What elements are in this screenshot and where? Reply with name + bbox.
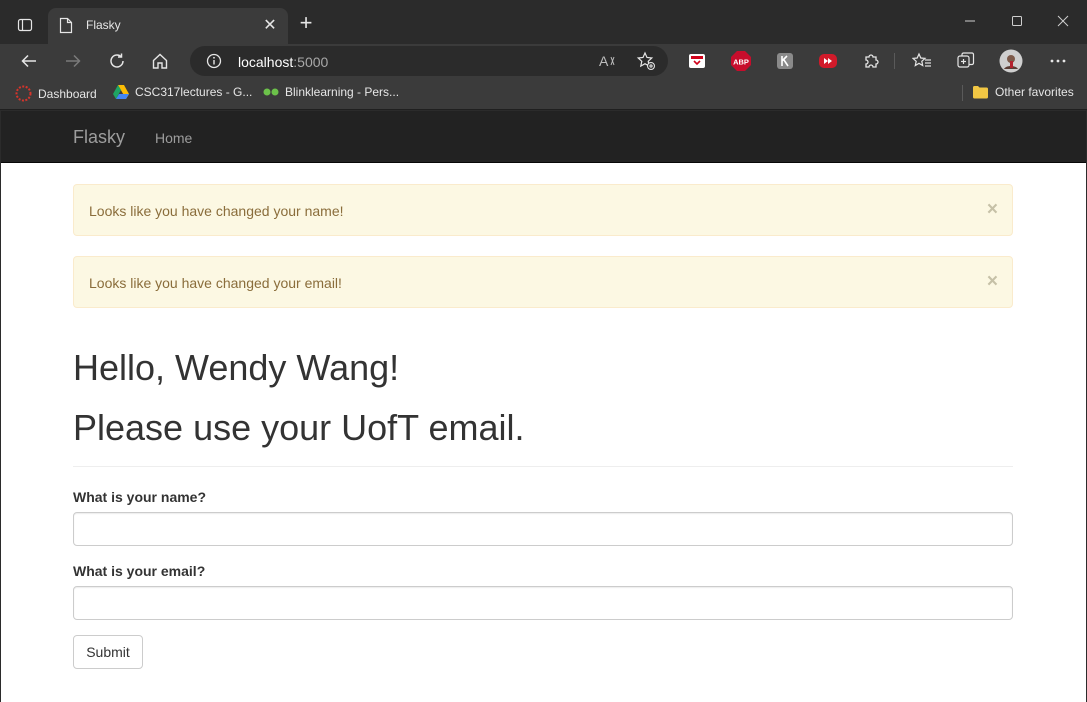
alert-close-icon[interactable]: × (987, 272, 998, 291)
folder-icon (973, 86, 988, 99)
read-aloud-icon[interactable]: A (598, 52, 618, 75)
greeting-heading: Hello, Wendy Wang! (73, 347, 400, 388)
new-tab-button[interactable]: + (294, 12, 318, 36)
browser-titlebar: Flasky ✕ + (0, 0, 1087, 44)
other-favorites[interactable]: Other favorites (972, 85, 1074, 99)
alert-name-changed: Looks like you have changed your name! × (73, 184, 1013, 236)
tab-title: Flasky (86, 18, 121, 32)
dashboard-icon (15, 85, 32, 102)
bookmark-blinklearning[interactable]: Blinklearning - Pers... (263, 85, 399, 99)
blinklearning-icon (263, 88, 279, 96)
nav-link-home[interactable]: Home (155, 130, 192, 146)
bookmark-dashboard[interactable]: Dashboard (15, 85, 97, 102)
email-input[interactable] (73, 586, 1013, 620)
svg-text:A: A (599, 53, 609, 69)
minimize-icon[interactable] (958, 10, 982, 34)
collections-icon[interactable] (954, 49, 978, 73)
window-close-icon[interactable] (1051, 10, 1075, 34)
browser-toolbar: localhost:5000 A ABP (0, 44, 1087, 77)
alert-email-changed: Looks like you have changed your email! … (73, 256, 1013, 308)
svg-text:ABP: ABP (733, 58, 749, 67)
google-drive-icon (113, 85, 129, 99)
navbar-brand[interactable]: Flasky (73, 127, 125, 148)
home-icon[interactable] (147, 48, 173, 74)
page-header-divider (73, 466, 1013, 467)
uoft-email-notice: Please use your UofT email. (73, 407, 525, 448)
bookmarks-divider (962, 85, 963, 101)
maximize-icon[interactable] (1005, 10, 1029, 34)
alert-message: Looks like you have changed your name! (89, 203, 344, 219)
adblock-plus-icon[interactable]: ABP (729, 49, 753, 73)
back-icon[interactable] (16, 48, 42, 74)
profile-avatar[interactable] (999, 49, 1023, 73)
navbar: Flasky Home (1, 111, 1086, 163)
alert-close-icon[interactable]: × (987, 200, 998, 219)
name-label: What is your name? (73, 489, 207, 505)
email-label: What is your email? (73, 563, 206, 579)
pocket-icon[interactable] (685, 49, 709, 73)
address-bar[interactable]: localhost:5000 A (190, 46, 668, 76)
tab-actions-icon[interactable] (12, 12, 38, 38)
extensions-puzzle-icon[interactable] (860, 49, 884, 73)
page-viewport: Flasky Home Looks like you have changed … (1, 111, 1086, 702)
forward-icon[interactable] (60, 48, 86, 74)
more-options-icon[interactable] (1046, 49, 1070, 73)
bookmark-csc317lectures[interactable]: CSC317lectures - G... (113, 85, 252, 99)
extension-k-icon[interactable] (773, 49, 797, 73)
extension-red-icon[interactable] (816, 49, 840, 73)
alert-message: Looks like you have changed your email! (89, 275, 342, 291)
favorites-icon[interactable] (910, 49, 934, 73)
tab-close-icon[interactable]: ✕ (260, 16, 280, 36)
name-input[interactable] (73, 512, 1013, 546)
bookmarks-bar: Dashboard CSC317lectures - G... Blinklea… (0, 77, 1087, 110)
url-text: localhost:5000 (238, 54, 329, 70)
refresh-icon[interactable] (104, 48, 130, 74)
page-icon (59, 17, 75, 35)
submit-button[interactable]: Submit (73, 635, 143, 669)
browser-tab-flasky[interactable]: Flasky ✕ (48, 8, 288, 44)
site-info-icon[interactable] (206, 53, 222, 69)
add-favorite-icon[interactable] (636, 51, 656, 76)
toolbar-divider (894, 53, 895, 69)
